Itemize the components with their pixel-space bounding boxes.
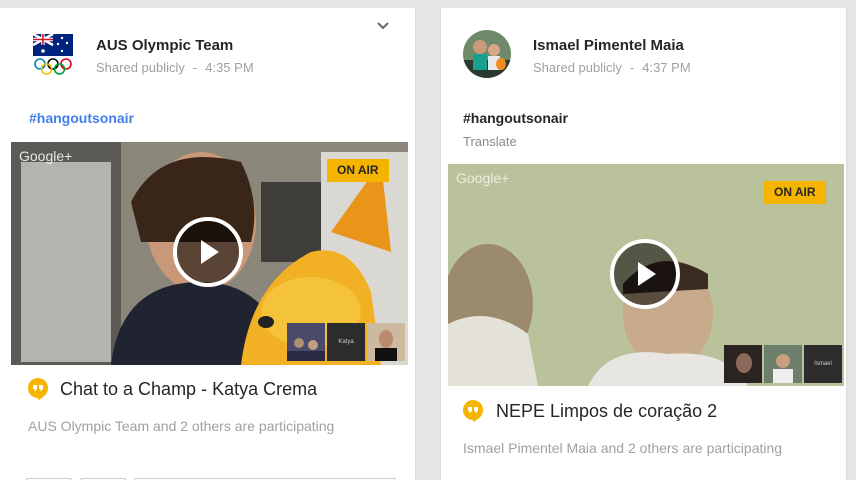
participant-thumb[interactable]: Katya <box>327 323 365 361</box>
status-badge: ON AIR <box>764 181 826 204</box>
video-preview[interactable]: Google+ ON AIR Katya <box>11 142 408 365</box>
visibility-label[interactable]: Shared publicly <box>96 60 185 75</box>
participant-thumbnails: Katya <box>287 323 405 361</box>
participant-thumb[interactable]: Ismael <box>804 345 842 383</box>
participant-thumb[interactable] <box>287 323 325 361</box>
avatar[interactable] <box>29 30 77 78</box>
participants-text: Ismael Pimentel Maia and 2 others are pa… <box>463 440 783 456</box>
video-preview[interactable]: Google+ ON AIR Ismael <box>448 164 844 386</box>
timestamp[interactable]: 4:35 PM <box>205 60 253 75</box>
post-meta: Shared publicly -4:37 PM <box>533 60 691 75</box>
timestamp[interactable]: 4:37 PM <box>642 60 690 75</box>
visibility-label[interactable]: Shared publicly <box>533 60 622 75</box>
participant-thumb[interactable] <box>764 345 802 383</box>
avatar[interactable] <box>463 30 511 78</box>
status-badge: ON AIR <box>327 159 389 182</box>
participants-text: AUS Olympic Team and 2 others are partic… <box>28 418 335 434</box>
chevron-down-icon[interactable] <box>376 18 394 36</box>
author-name[interactable]: AUS Olympic Team <box>96 37 233 54</box>
meta-separator: - <box>192 60 198 75</box>
post-card: Ismael Pimentel Maia Shared publicly -4:3… <box>441 8 846 480</box>
google-plus-icon: Google+ <box>456 170 510 186</box>
hangout-title[interactable]: NEPE Limpos de coração 2 <box>496 401 717 422</box>
hangouts-icon <box>28 378 48 400</box>
hashtag-link[interactable]: #hangoutsonair <box>29 110 134 126</box>
play-icon[interactable] <box>610 239 680 309</box>
translate-link[interactable]: Translate <box>463 134 517 149</box>
hashtag-link[interactable]: #hangoutsonair <box>463 110 568 126</box>
participant-thumb[interactable] <box>367 323 405 361</box>
participant-thumb[interactable] <box>724 345 762 383</box>
post-meta: Shared publicly -4:35 PM <box>96 60 254 75</box>
hangout-title[interactable]: Chat to a Champ - Katya Crema <box>60 379 317 400</box>
google-plus-icon: Google+ <box>19 148 73 164</box>
hangouts-icon <box>463 400 483 422</box>
play-icon[interactable] <box>173 217 243 287</box>
meta-separator: - <box>629 60 635 75</box>
post-card: AUS Olympic Team Shared publicly -4:35 PM… <box>0 8 415 480</box>
participant-thumbnails: Ismael <box>724 345 842 383</box>
author-name[interactable]: Ismael Pimentel Maia <box>533 37 684 54</box>
